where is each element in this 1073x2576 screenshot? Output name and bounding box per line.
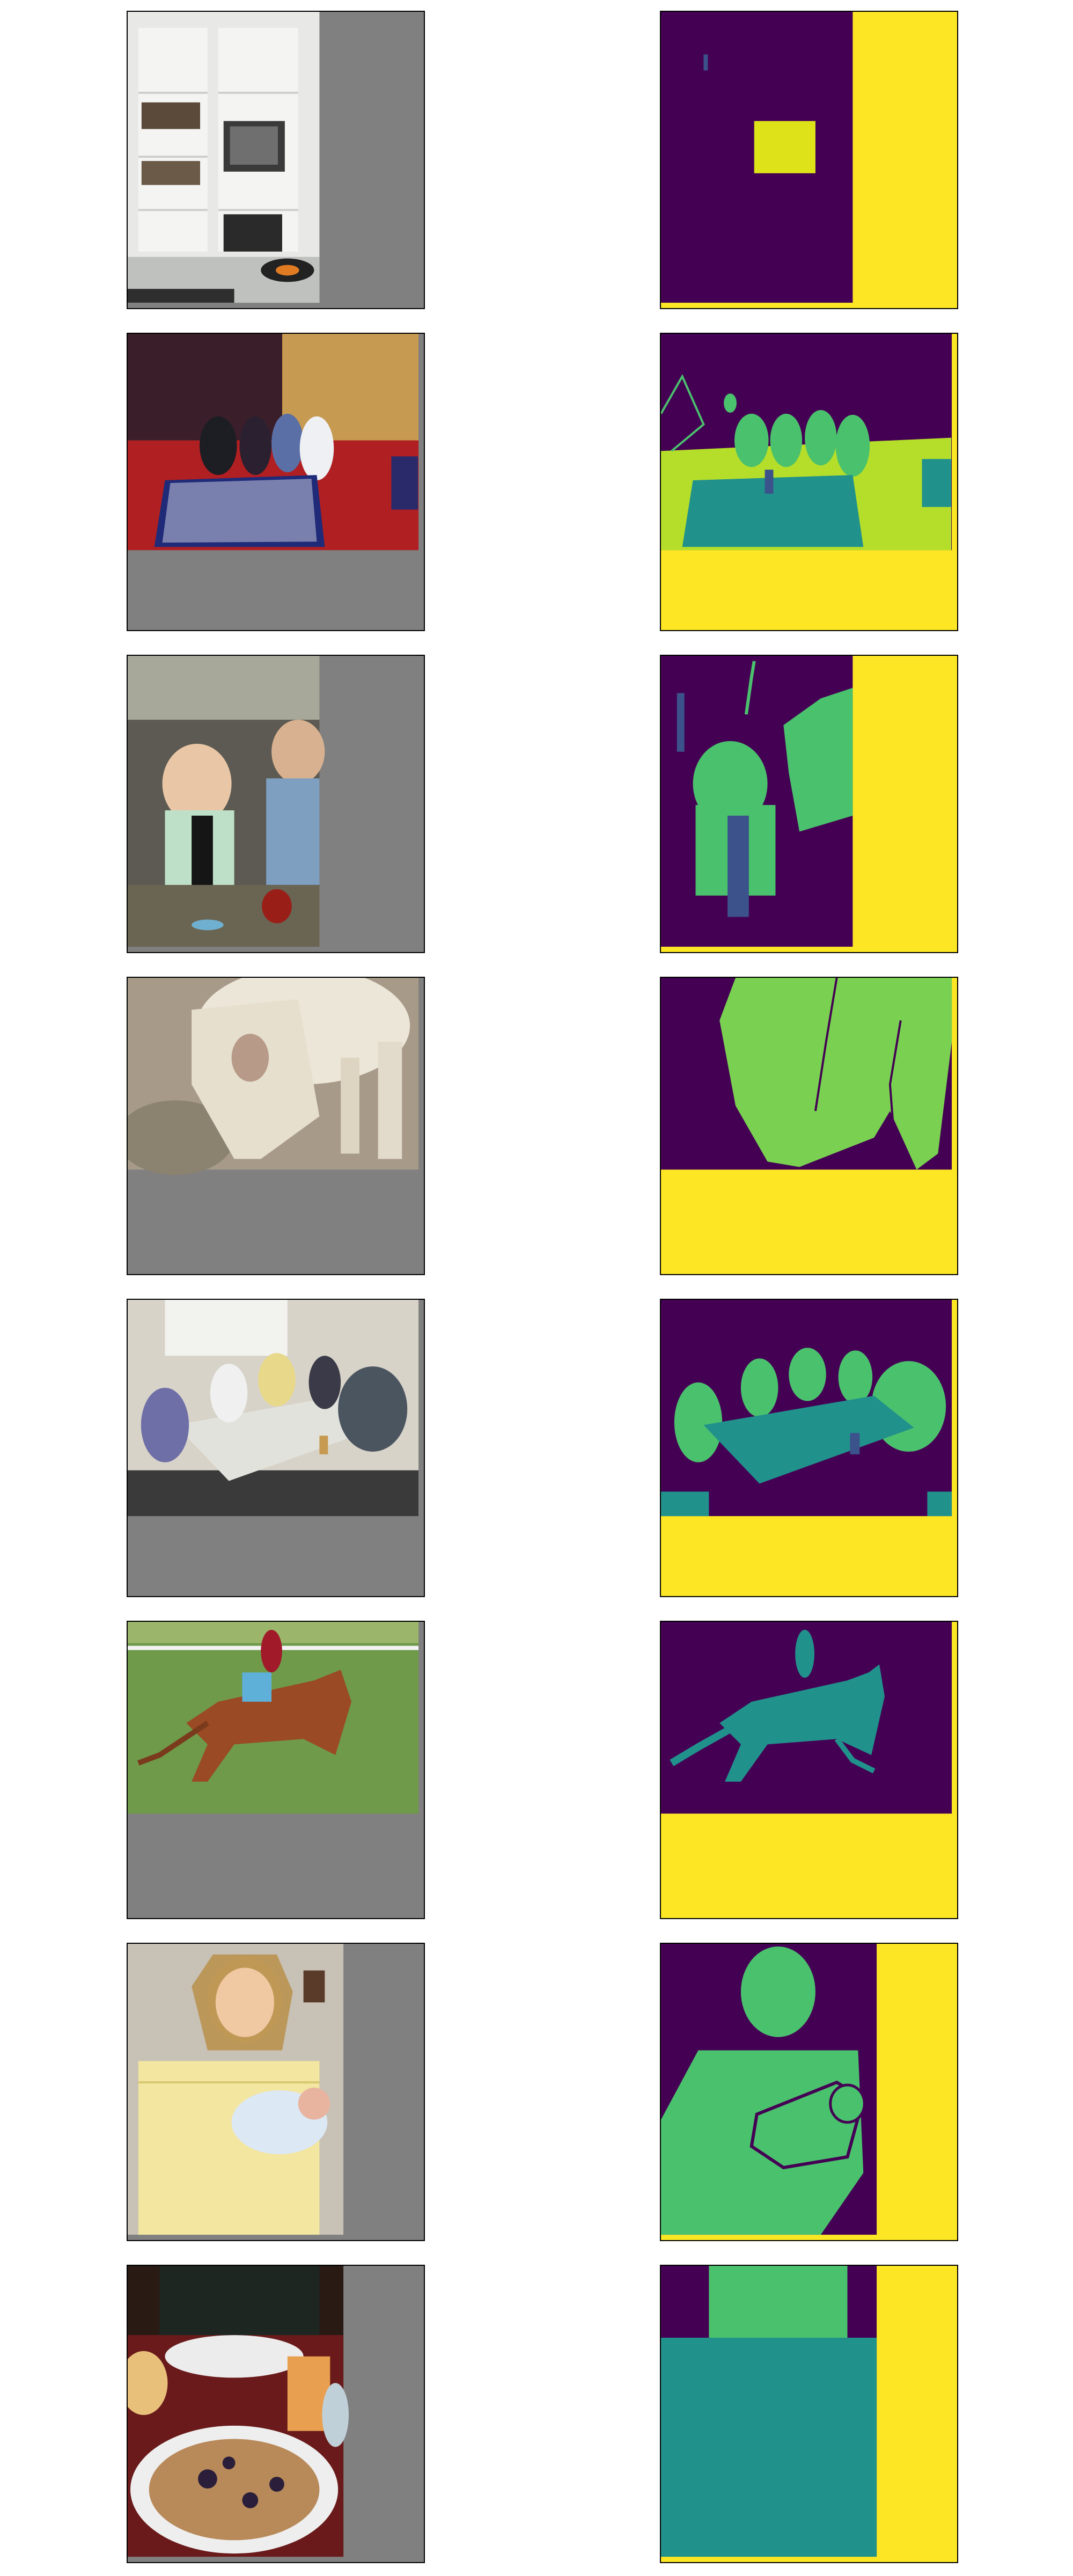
segmentation-mask-7: [660, 1943, 958, 2241]
row-2: [0, 333, 1073, 633]
input-image-4: [127, 977, 425, 1275]
segmentation-mask-6: [660, 1621, 958, 1919]
input-image-8: [127, 2265, 425, 2563]
row-7: [0, 1943, 1073, 2243]
segmentation-mask-5: [660, 1299, 958, 1597]
segmentation-mask-3: [660, 655, 958, 953]
input-image-7: [127, 1943, 425, 2241]
input-image-2: [127, 333, 425, 631]
segmentation-mask-8: [660, 2265, 958, 2563]
row-6: [0, 1621, 1073, 1921]
segmentation-mask-1: [660, 11, 958, 309]
input-image-3: [127, 655, 425, 953]
row-5: [0, 1299, 1073, 1599]
segmentation-mask-4: [660, 977, 958, 1275]
input-image-1: [127, 11, 425, 309]
input-image-5: [127, 1299, 425, 1597]
row-1: [0, 11, 1073, 311]
row-8: [0, 2265, 1073, 2565]
segmentation-mask-2: [660, 333, 958, 631]
row-3: [0, 655, 1073, 955]
row-4: [0, 977, 1073, 1277]
input-image-6: [127, 1621, 425, 1919]
